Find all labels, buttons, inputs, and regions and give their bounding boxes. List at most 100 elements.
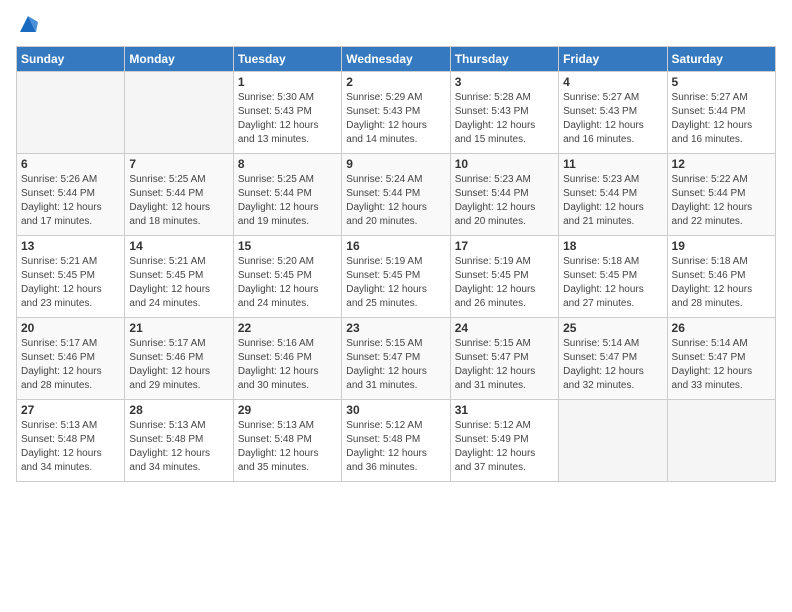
table-row: 13 Sunrise: 5:21 AM Sunset: 5:45 PM Dayli…: [17, 236, 125, 318]
day-number: 8: [238, 157, 337, 171]
day-info: Sunrise: 5:18 AM Sunset: 5:45 PM Dayligh…: [563, 255, 662, 311]
day-number: 15: [238, 239, 337, 253]
day-number: 2: [346, 75, 445, 89]
logo-icon: [18, 14, 38, 34]
calendar-day-header: Wednesday: [342, 47, 450, 72]
calendar-day-header: Thursday: [450, 47, 558, 72]
calendar-week-row: 27 Sunrise: 5:13 AM Sunset: 5:48 PM Dayli…: [17, 400, 776, 482]
day-info: Sunrise: 5:12 AM Sunset: 5:49 PM Dayligh…: [455, 419, 554, 475]
table-row: 10Sunrise: 5:23 AM Sunset: 5:44 PM Dayli…: [450, 154, 558, 236]
day-info: Sunrise: 5:15 AM Sunset: 5:47 PM Dayligh…: [455, 337, 554, 393]
day-number: 30: [346, 403, 445, 417]
day-number: 13: [21, 239, 120, 253]
day-number: 1: [238, 75, 337, 89]
table-row: 14 Sunrise: 5:21 AM Sunset: 5:45 PM Dayli…: [125, 236, 233, 318]
day-number: 16: [346, 239, 445, 253]
calendar-week-row: 20 Sunrise: 5:17 AM Sunset: 5:46 PM Dayli…: [17, 318, 776, 400]
day-number: 10: [455, 157, 554, 171]
table-row: 28 Sunrise: 5:13 AM Sunset: 5:48 PM Dayli…: [125, 400, 233, 482]
day-number: 6: [21, 157, 120, 171]
day-info: Sunrise: 5:19 AM Sunset: 5:45 PM Dayligh…: [455, 255, 554, 311]
day-number: 11: [563, 157, 662, 171]
table-row: 20 Sunrise: 5:17 AM Sunset: 5:46 PM Dayli…: [17, 318, 125, 400]
table-row: 3 Sunrise: 5:28 AM Sunset: 5:43 PM Daylig…: [450, 72, 558, 154]
day-info: Sunrise: 5:14 AM Sunset: 5:47 PM Dayligh…: [563, 337, 662, 393]
table-row: [125, 72, 233, 154]
day-info: Sunrise: 5:27 AM Sunset: 5:44 PM Dayligh…: [672, 91, 771, 147]
header: [16, 16, 776, 36]
day-info: Sunrise: 5:14 AM Sunset: 5:47 PM Dayligh…: [672, 337, 771, 393]
day-info: Sunrise: 5:30 AM Sunset: 5:43 PM Dayligh…: [238, 91, 337, 147]
calendar-day-header: Sunday: [17, 47, 125, 72]
day-info: Sunrise: 5:13 AM Sunset: 5:48 PM Dayligh…: [238, 419, 337, 475]
day-number: 19: [672, 239, 771, 253]
day-info: Sunrise: 5:15 AM Sunset: 5:47 PM Dayligh…: [346, 337, 445, 393]
day-info: Sunrise: 5:20 AM Sunset: 5:45 PM Dayligh…: [238, 255, 337, 311]
day-info: Sunrise: 5:21 AM Sunset: 5:45 PM Dayligh…: [129, 255, 228, 311]
day-number: 4: [563, 75, 662, 89]
day-info: Sunrise: 5:13 AM Sunset: 5:48 PM Dayligh…: [129, 419, 228, 475]
table-row: 12Sunrise: 5:22 AM Sunset: 5:44 PM Dayli…: [667, 154, 775, 236]
day-info: Sunrise: 5:26 AM Sunset: 5:44 PM Dayligh…: [21, 173, 120, 229]
table-row: 6 Sunrise: 5:26 AM Sunset: 5:44 PM Daylig…: [17, 154, 125, 236]
day-info: Sunrise: 5:12 AM Sunset: 5:48 PM Dayligh…: [346, 419, 445, 475]
calendar-day-header: Friday: [559, 47, 667, 72]
calendar-week-row: 1 Sunrise: 5:30 AM Sunset: 5:43 PM Daylig…: [17, 72, 776, 154]
day-info: Sunrise: 5:21 AM Sunset: 5:45 PM Dayligh…: [21, 255, 120, 311]
day-info: Sunrise: 5:17 AM Sunset: 5:46 PM Dayligh…: [21, 337, 120, 393]
calendar-table: SundayMondayTuesdayWednesdayThursdayFrid…: [16, 46, 776, 482]
table-row: 19Sunrise: 5:18 AM Sunset: 5:46 PM Dayli…: [667, 236, 775, 318]
day-info: Sunrise: 5:24 AM Sunset: 5:44 PM Dayligh…: [346, 173, 445, 229]
table-row: 15 Sunrise: 5:20 AM Sunset: 5:45 PM Dayli…: [233, 236, 341, 318]
day-number: 31: [455, 403, 554, 417]
table-row: 26 Sunrise: 5:14 AM Sunset: 5:47 PM Dayli…: [667, 318, 775, 400]
day-number: 29: [238, 403, 337, 417]
calendar-page: SundayMondayTuesdayWednesdayThursdayFrid…: [0, 0, 792, 612]
day-number: 27: [21, 403, 120, 417]
table-row: 2 Sunrise: 5:29 AM Sunset: 5:43 PM Daylig…: [342, 72, 450, 154]
day-number: 20: [21, 321, 120, 335]
day-info: Sunrise: 5:27 AM Sunset: 5:43 PM Dayligh…: [563, 91, 662, 147]
table-row: 1 Sunrise: 5:30 AM Sunset: 5:43 PM Daylig…: [233, 72, 341, 154]
day-number: 21: [129, 321, 228, 335]
table-row: [667, 400, 775, 482]
day-info: Sunrise: 5:22 AM Sunset: 5:44 PM Dayligh…: [672, 173, 771, 229]
table-row: 5 Sunrise: 5:27 AM Sunset: 5:44 PM Daylig…: [667, 72, 775, 154]
table-row: 21 Sunrise: 5:17 AM Sunset: 5:46 PM Dayli…: [125, 318, 233, 400]
calendar-day-header: Saturday: [667, 47, 775, 72]
day-number: 28: [129, 403, 228, 417]
day-info: Sunrise: 5:25 AM Sunset: 5:44 PM Dayligh…: [129, 173, 228, 229]
day-number: 9: [346, 157, 445, 171]
table-row: 4 Sunrise: 5:27 AM Sunset: 5:43 PM Daylig…: [559, 72, 667, 154]
table-row: 8Sunrise: 5:25 AM Sunset: 5:44 PM Daylig…: [233, 154, 341, 236]
day-number: 3: [455, 75, 554, 89]
day-info: Sunrise: 5:28 AM Sunset: 5:43 PM Dayligh…: [455, 91, 554, 147]
table-row: 17 Sunrise: 5:19 AM Sunset: 5:45 PM Dayli…: [450, 236, 558, 318]
day-number: 18: [563, 239, 662, 253]
day-number: 26: [672, 321, 771, 335]
day-info: Sunrise: 5:17 AM Sunset: 5:46 PM Dayligh…: [129, 337, 228, 393]
table-row: 29 Sunrise: 5:13 AM Sunset: 5:48 PM Dayli…: [233, 400, 341, 482]
table-row: 27Sunrise: 5:13 AM Sunset: 5:48 PM Dayli…: [17, 400, 125, 482]
calendar-week-row: 6 Sunrise: 5:26 AM Sunset: 5:44 PM Daylig…: [17, 154, 776, 236]
table-row: 9 Sunrise: 5:24 AM Sunset: 5:44 PM Daylig…: [342, 154, 450, 236]
day-info: Sunrise: 5:23 AM Sunset: 5:44 PM Dayligh…: [563, 173, 662, 229]
day-number: 14: [129, 239, 228, 253]
day-number: 25: [563, 321, 662, 335]
logo: [16, 16, 38, 36]
table-row: 16Sunrise: 5:19 AM Sunset: 5:45 PM Dayli…: [342, 236, 450, 318]
table-row: 23 Sunrise: 5:15 AM Sunset: 5:47 PM Dayli…: [342, 318, 450, 400]
table-row: 22Sunrise: 5:16 AM Sunset: 5:46 PM Dayli…: [233, 318, 341, 400]
table-row: 25 Sunrise: 5:14 AM Sunset: 5:47 PM Dayli…: [559, 318, 667, 400]
day-number: 17: [455, 239, 554, 253]
day-number: 23: [346, 321, 445, 335]
calendar-day-header: Monday: [125, 47, 233, 72]
day-number: 5: [672, 75, 771, 89]
day-info: Sunrise: 5:29 AM Sunset: 5:43 PM Dayligh…: [346, 91, 445, 147]
day-info: Sunrise: 5:16 AM Sunset: 5:46 PM Dayligh…: [238, 337, 337, 393]
table-row: 31 Sunrise: 5:12 AM Sunset: 5:49 PM Dayli…: [450, 400, 558, 482]
day-number: 7: [129, 157, 228, 171]
calendar-day-header: Tuesday: [233, 47, 341, 72]
day-number: 24: [455, 321, 554, 335]
table-row: 24 Sunrise: 5:15 AM Sunset: 5:47 PM Dayli…: [450, 318, 558, 400]
